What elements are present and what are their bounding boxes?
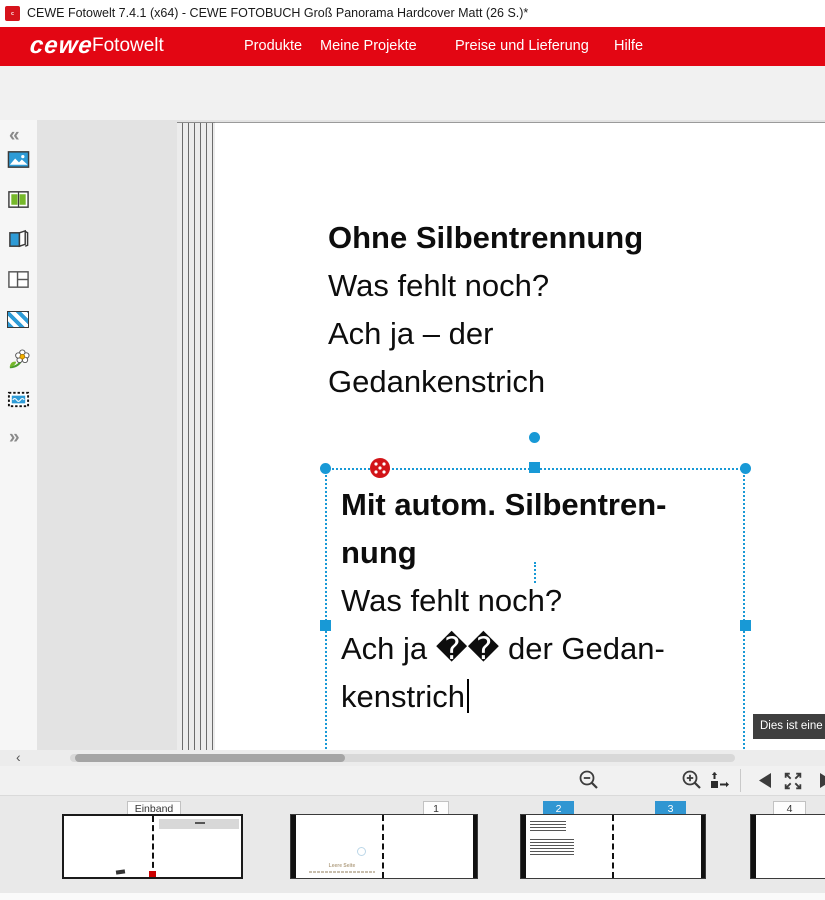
text-cursor: [467, 679, 469, 713]
zoom-in-icon: [681, 769, 704, 792]
cewe-logo: cewe: [29, 32, 95, 60]
empty-page-label: Leere Seite: [311, 863, 373, 869]
app-window: c CEWE Fotowelt 7.4.1 (x64) - CEWE FOTOB…: [0, 0, 825, 900]
tab-page-2[interactable]: 2: [543, 801, 574, 815]
thumbnail-cover[interactable]: [62, 814, 243, 879]
previous-icon: [757, 772, 773, 789]
scrollbar-thumb[interactable]: [75, 754, 345, 762]
scroll-left-arrow[interactable]: ‹: [16, 750, 21, 766]
thumbnail-spine: [382, 815, 384, 878]
thumbnail-spine: [152, 816, 154, 877]
expand-sidebar-button[interactable]: »: [9, 428, 20, 447]
text-line: Was fehlt noch?: [341, 577, 667, 625]
rotation-handle[interactable]: [529, 432, 540, 443]
thumbnail-spread-4[interactable]: [750, 814, 825, 879]
menu-item-produkte[interactable]: Produkte: [244, 27, 302, 66]
left-sidebar: « »: [0, 120, 37, 750]
thumbnail-spread-1[interactable]: Leere Seite: [290, 814, 478, 879]
menu-item-meine-projekte[interactable]: Meine Projekte: [320, 27, 417, 66]
cover-title-dash: [195, 822, 205, 824]
editor-workspace: « »: [0, 120, 825, 750]
tab-page-4[interactable]: 4: [773, 801, 806, 815]
middle-right-handle[interactable]: [740, 620, 751, 631]
main-toolbar: Speichern Öffnen Assistent Rückgängig Wi…: [0, 66, 825, 120]
top-left-handle[interactable]: [320, 463, 331, 474]
page-thumbnail-strip: Einband 1 Leere Seite 2 3: [0, 795, 825, 893]
next-spread-button[interactable]: [818, 772, 825, 794]
cover-mark: [116, 869, 125, 874]
empty-page-icon: [357, 847, 366, 856]
tab-einband[interactable]: Einband: [127, 801, 181, 815]
next-icon: [818, 772, 825, 789]
page2-text-lines: [530, 839, 574, 856]
top-right-handle[interactable]: [740, 463, 751, 474]
app-icon: c: [5, 6, 20, 21]
zoom-in-button[interactable]: [681, 769, 704, 797]
fullscreen-icon: [782, 770, 804, 792]
text-line: Ach ja – der: [328, 310, 643, 358]
top-center-handle[interactable]: [529, 462, 540, 473]
book-flip-icon[interactable]: [7, 228, 30, 251]
delete-element-handle[interactable]: [370, 458, 390, 478]
text-line: Was fehlt noch?: [328, 262, 643, 310]
text-line: Ohne Silbentrennung: [328, 214, 643, 262]
horizontal-scrollbar: ‹: [0, 750, 825, 766]
fullscreen-button[interactable]: [782, 770, 804, 797]
zoom-out-button[interactable]: [578, 769, 601, 797]
collapse-sidebar-button[interactable]: «: [9, 126, 20, 145]
thumbnail-spread-2-3[interactable]: [520, 814, 706, 879]
zoombar-separator: [740, 769, 741, 792]
text-line: Ach ja �� der Gedan-: [341, 625, 667, 673]
backgrounds-icon[interactable]: [7, 308, 30, 331]
fit-page-icon: [707, 769, 731, 792]
spine-red-mark: [149, 871, 156, 877]
menu-item-preise-und-lieferung[interactable]: Preise und Lieferung: [455, 27, 589, 66]
thumbnail-spine: [612, 815, 614, 878]
frames-icon[interactable]: [7, 388, 30, 411]
window-title: CEWE Fotowelt 7.4.1 (x64) - CEWE FOTOBUC…: [27, 0, 528, 27]
photos-icon[interactable]: [7, 148, 30, 171]
empty-page-subtext-line: [309, 871, 375, 873]
page2-text-lines: [530, 821, 566, 832]
book-spine-pages-edge: [177, 122, 215, 750]
text-line: kenstrich: [341, 673, 667, 721]
cliparts-icon[interactable]: [7, 348, 30, 371]
fit-page-button[interactable]: [707, 769, 731, 797]
previous-spread-button[interactable]: [757, 772, 773, 794]
title-bar: c CEWE Fotowelt 7.4.1 (x64) - CEWE FOTOB…: [0, 0, 825, 27]
zoom-out-icon: [578, 769, 601, 792]
layouts-icon[interactable]: [7, 268, 30, 291]
fotowelt-logo-text: Fotowelt: [92, 35, 164, 57]
zoom-toolbar: [0, 766, 825, 795]
scrollbar-track[interactable]: [70, 754, 735, 762]
text-line: Gedankenstrich: [328, 358, 643, 406]
menu-item-hilfe[interactable]: Hilfe: [614, 27, 643, 66]
menu-bar: cewe Fotowelt Produkte Meine Projekte Pr…: [0, 27, 825, 66]
rotation-handle-stem: [534, 562, 536, 583]
text-line: Mit autom. Silbentren-: [341, 481, 667, 529]
text-block-no-hyphenation[interactable]: Ohne Silbentrennung Was fehlt noch? Ach …: [328, 214, 643, 406]
pages-icon[interactable]: [7, 188, 30, 211]
bottom-strip: [0, 893, 825, 900]
text-line: nung: [341, 529, 667, 577]
tab-page-1[interactable]: 1: [423, 801, 449, 815]
tooltip: Dies ist eine kl: [753, 714, 825, 739]
tab-page-3[interactable]: 3: [655, 801, 686, 815]
middle-left-handle[interactable]: [320, 620, 331, 631]
text-block-hyphenation[interactable]: Mit autom. Silbentren- nung Was fehlt no…: [341, 481, 667, 721]
cover-title-bar: [159, 819, 239, 829]
